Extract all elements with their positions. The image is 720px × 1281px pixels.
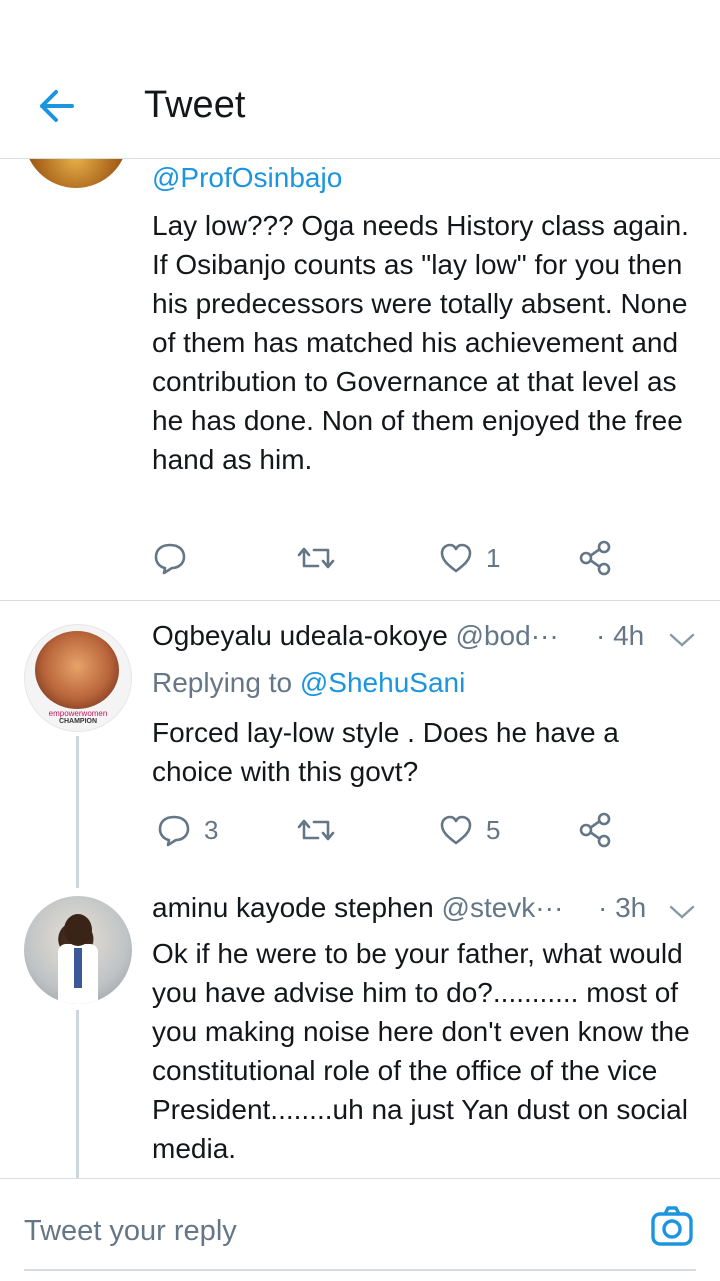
user-handle[interactable]: @bod···	[456, 620, 559, 651]
reply-icon	[158, 815, 190, 847]
avatar[interactable]	[24, 896, 132, 1004]
reply-button[interactable]: 3	[156, 812, 218, 848]
share-icon	[579, 812, 611, 848]
replying-to: Replying to @ShehuSani	[152, 667, 465, 699]
divider	[0, 600, 720, 601]
user-handle[interactable]: @stevk···	[442, 892, 564, 923]
thread-connector	[76, 1010, 79, 1178]
like-button[interactable]: 1	[438, 540, 500, 576]
share-icon	[579, 540, 611, 576]
reply-input[interactable]: Tweet your reply	[24, 1215, 237, 1248]
action-bar: 1	[152, 540, 632, 580]
reply-button[interactable]	[152, 540, 188, 576]
timestamp: · 3h	[598, 892, 647, 923]
mention-shehusani[interactable]: @ShehuSani	[300, 667, 465, 698]
back-arrow-icon[interactable]	[36, 86, 76, 126]
retweet-button[interactable]	[296, 540, 336, 576]
action-bar: 3 5	[152, 812, 632, 852]
tweet-text: Forced lay-low style . Does he have a ch…	[152, 717, 619, 787]
reply-count: 3	[204, 814, 219, 845]
reply-composer: Tweet your reply	[0, 1178, 720, 1281]
thread-connector	[76, 736, 79, 888]
reply-icon	[154, 543, 186, 575]
share-button[interactable]	[578, 812, 612, 848]
chevron-down-icon[interactable]	[668, 902, 696, 922]
like-button[interactable]: 5	[438, 812, 500, 848]
display-name[interactable]: Ogbeyalu udeala-okoye	[152, 620, 448, 651]
tweet-text: Ok if he were to be your father, what wo…	[152, 938, 690, 1164]
like-icon	[440, 543, 472, 573]
input-underline	[24, 1269, 696, 1271]
like-count: 1	[486, 542, 501, 573]
like-count: 5	[486, 814, 501, 845]
avatar-badge-text: empowerwomen	[48, 709, 108, 718]
mention-profosinbajo[interactable]: @ProfOsinbajo	[152, 162, 342, 193]
timestamp: · 4h	[596, 620, 645, 651]
retweet-button[interactable]	[296, 812, 336, 848]
top-bar: Tweet	[0, 0, 720, 159]
tweet-text: Lay low??? Oga needs History class again…	[152, 210, 689, 475]
retweet-icon	[297, 547, 335, 569]
share-button[interactable]	[578, 540, 612, 576]
replying-prefix: Replying to	[152, 667, 293, 698]
avatar[interactable]: empowerwomen CHAMPION	[24, 624, 132, 732]
chevron-down-icon[interactable]	[668, 630, 696, 650]
page-title: Tweet	[144, 84, 246, 126]
camera-icon[interactable]	[648, 1203, 696, 1251]
retweet-icon	[297, 819, 335, 841]
like-icon	[440, 815, 472, 845]
display-name[interactable]: aminu kayode stephen	[152, 892, 434, 923]
avatar-badge-text: CHAMPION	[58, 718, 98, 725]
